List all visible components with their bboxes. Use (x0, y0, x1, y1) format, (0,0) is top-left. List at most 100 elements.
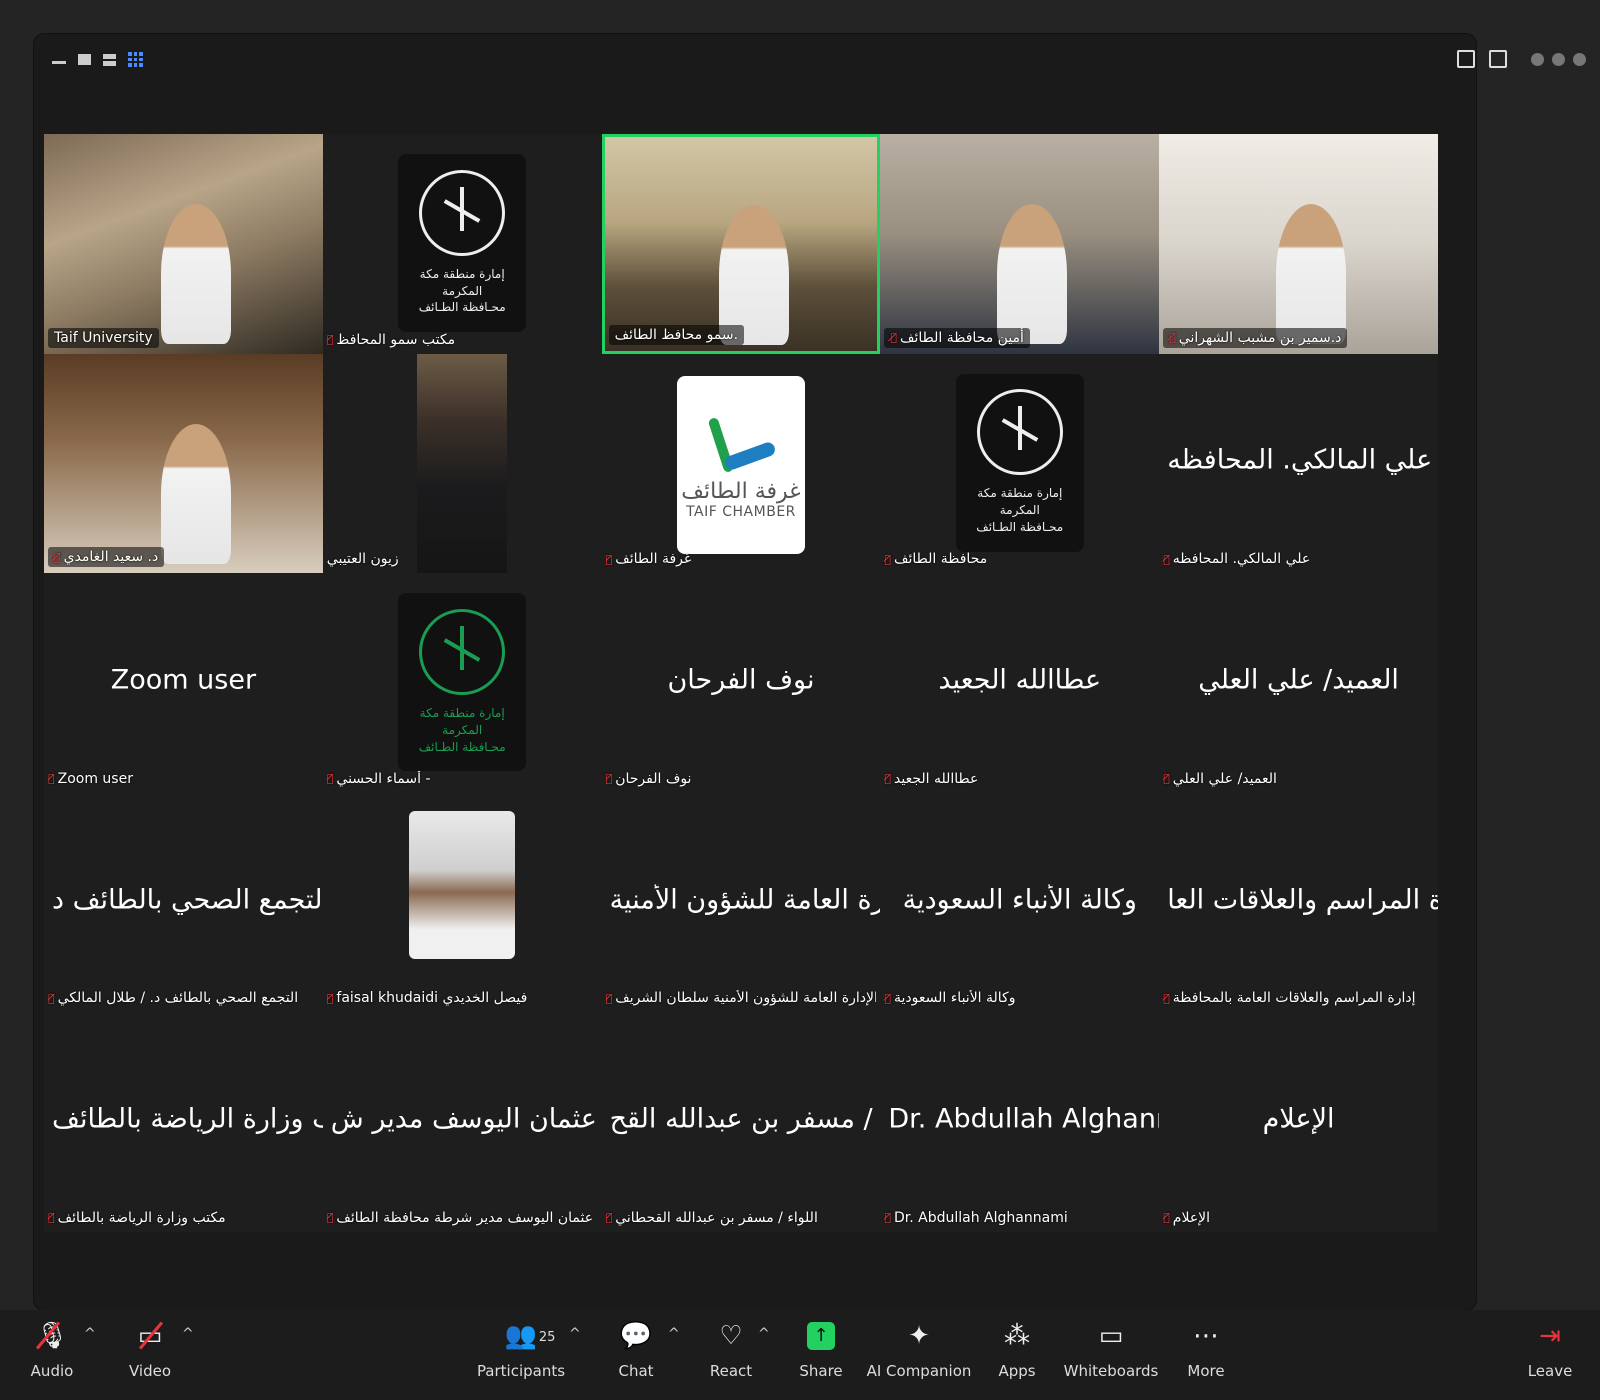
muted-mic-icon: 🎙̸ (605, 772, 613, 786)
participant-tile[interactable]: التجمع الصحي بالطائف د. /... 🎙̸التجمع الص… (44, 792, 323, 1013)
participant-name: اللواء / مسفر بن عبدالله القحطاني (615, 1209, 818, 1226)
window-dots (1531, 52, 1586, 66)
participant-tile[interactable]: 🎙̸ أمين محافظة الطائف (880, 134, 1160, 354)
participant-tile[interactable]: وكالة الأنباء السعودية 🎙̸ وكالة الأنباء ال… (880, 792, 1160, 1013)
single-view-icon[interactable] (78, 54, 91, 65)
more-icon: ⋯ (1193, 1321, 1219, 1351)
participant-name: مكتب وزارة الرياضة بالطائف (57, 1209, 226, 1226)
microphone-icon: 🎙 (35, 1321, 69, 1351)
participant-tile[interactable]: 🎙̸ faisal khudaidi فيصل الخديدي (322, 792, 602, 1013)
participant-tile[interactable]: الإعلام 🎙̸ الإعلام (1159, 1012, 1438, 1232)
participant-name: زيون العتيبي (326, 551, 399, 568)
ai-companion-button[interactable]: ✦ AI Companion (864, 1318, 974, 1380)
participant-tile[interactable]: العميد/ علي العلي 🎙̸ العميد/ علي العلي (1159, 573, 1438, 793)
participant-name-tag: 🎙̸ الإدارة العامة للشؤون الأمنية سلطان ال… (606, 990, 876, 1006)
participant-name-tag: 🎙̸ العميد/ علي العلي (1163, 771, 1277, 787)
participants-icon: 👥 25 (505, 1318, 556, 1354)
display-name-large: إدارة المراسم والعلاقات العا... (1167, 883, 1438, 915)
split-view-icon[interactable] (103, 53, 116, 66)
participants-button[interactable]: 👥 25 Participants (476, 1318, 566, 1380)
chamber-mark-icon (706, 409, 776, 479)
audio-options-caret-icon[interactable]: ^ (84, 1326, 96, 1342)
logo-text-line-2: محـافظة الطـائف (418, 300, 506, 315)
participant-tile[interactable]: Zoom user 🎙̸ Zoom user (44, 573, 323, 793)
display-name-large: العميد/ علي العلي (1198, 664, 1399, 696)
muted-mic-icon: 🎙̸ (884, 1211, 891, 1225)
video-options-caret-icon[interactable]: ^ (182, 1326, 194, 1342)
taif-chamber-logo: غرفة الطائف TAIF CHAMBER (676, 375, 805, 554)
participant-name: Zoom user (57, 770, 133, 787)
participant-tile[interactable]: مكتب وزارة الرياضة بالطائف🎙̸مكتب وزارة ا… (44, 1012, 323, 1232)
leave-icon: ⇥ (1539, 1321, 1561, 1351)
view-controls (52, 52, 143, 67)
view-icon[interactable] (1489, 50, 1507, 68)
share-button[interactable]: ↑ Share (776, 1318, 866, 1380)
chat-icon: 💬 (619, 1321, 653, 1351)
participant-tile[interactable]: نوف الفرحان 🎙̸ نوف الفرحان (601, 573, 881, 793)
video-label: Video (128, 1362, 172, 1380)
participant-name: إدارة المراسم والعلاقات العامة بالمحافظة (1172, 990, 1416, 1007)
more-button[interactable]: ⋯ More (1161, 1318, 1251, 1380)
leave-button[interactable]: ⇥ Leave (1505, 1318, 1595, 1380)
layout-icon[interactable] (1457, 50, 1475, 68)
muted-mic-icon: 🎙̸ (48, 772, 55, 786)
participant-name: وكالة الأنباء السعودية (894, 990, 1016, 1007)
chamber-arabic-text: غرفة الطائف (681, 479, 801, 505)
participant-tile[interactable]: إدارة المراسم والعلاقات العا... 🎙̸إدارة ا… (1159, 792, 1438, 1013)
participant-tile[interactable]: زيون العتيبي (322, 353, 602, 574)
participant-tile[interactable]: 🎙̸ د.سمير بن مشبب الشهراني (1159, 134, 1438, 354)
participant-name: اللواء عثمان اليوسف مدير شرطة محافظة الط… (336, 1209, 596, 1226)
camera-icon: ▭ (138, 1318, 163, 1354)
minimize-view-icon[interactable] (52, 55, 66, 64)
display-name-large: اللواء / مسفر بن عبدالله القح... (609, 1103, 881, 1135)
participant-tile[interactable]: Dr. Abdullah Alghannami🎙̸Dr. Abdullah Al… (880, 1012, 1160, 1232)
participant-name-tag: 🎙̸ أمين محافظة الطائف (884, 327, 1030, 348)
share-arrow-icon: ↑ (807, 1322, 835, 1350)
participants-options-caret-icon[interactable]: ^ (569, 1326, 581, 1342)
saudi-emblem-icon (976, 389, 1063, 476)
muted-mic-icon: 🎙̸ (605, 552, 613, 566)
apps-button[interactable]: ⁂ Apps (972, 1318, 1062, 1380)
participant-tile[interactable]: إمارة منطقة مكة المكرمة محـافظة الطـائف 🎙̸… (322, 573, 602, 793)
participant-name-tag: 🎙̸ د.سمير بن مشبب الشهراني (1163, 327, 1348, 348)
participant-name: د. سعيد الغامدي (63, 549, 159, 566)
participant-portrait (417, 353, 508, 574)
participant-figure (1276, 204, 1347, 345)
participant-tile[interactable]: Taif University (44, 134, 323, 354)
chat-label: Chat (618, 1362, 654, 1380)
participant-name: د.سمير بن مشبب الشهراني (1178, 329, 1342, 346)
participant-name-tag: زيون العتيبي (327, 551, 399, 567)
participant-tile[interactable]: اللواء / مسفر بن عبدالله القح... 🎙̸اللواء… (601, 1012, 881, 1232)
participant-tile[interactable]: الإدارة العامة للشؤون الأمنية... 🎙̸الإدار… (601, 792, 881, 1013)
logo-text-line-1: إمارة منطقة مكة المكرمة (977, 486, 1063, 518)
participant-tile[interactable]: غرفة الطائف TAIF CHAMBER 🎙̸ غرفة الطائف (601, 353, 881, 574)
participant-name: Taif University (54, 329, 153, 346)
more-label: More (1187, 1362, 1225, 1380)
display-name-large: اللواء عثمان اليوسف مدير ش... (330, 1103, 602, 1135)
video-feed (44, 134, 323, 354)
muted-mic-icon: 🎙̸ (1163, 552, 1170, 566)
participant-tile[interactable]: اللواء عثمان اليوسف مدير ش... 🎙̸اللواء عث… (322, 1012, 602, 1232)
participant-name: محافظة الطائف (894, 551, 988, 568)
gallery-view-icon[interactable] (128, 52, 143, 67)
participant-name-tag: 🎙̸اللواء عثمان اليوسف مدير شرطة محافظة ا… (327, 1210, 597, 1226)
participant-tile[interactable]: سمو محافظ الطائف. (601, 134, 881, 354)
participant-tile[interactable]: إمارة منطقة مكة المكرمة محـافظة الطـائف 🎙̸… (322, 134, 602, 354)
participant-name-tag: 🎙̸ إدارة المراسم والعلاقات العامة بالمحاف… (1163, 990, 1415, 1006)
logo-text: إمارة منطقة مكة المكرمة محـافظة الطـائف (398, 705, 526, 755)
participant-name-tag: 🎙̸ عطاالله الجعيد (884, 771, 978, 787)
participant-name-tag: 🎙̸ Dr. Abdullah Alghannami (884, 1210, 1067, 1226)
muted-mic-icon: 🎙̸ (326, 991, 334, 1005)
participant-name-tag: 🎙̸ مكتب وزارة الرياضة بالطائف (48, 1210, 226, 1226)
video-feed (44, 353, 323, 574)
react-options-caret-icon[interactable]: ^ (758, 1326, 770, 1342)
participant-tile[interactable]: 🎙̸ د. سعيد الغامدي (44, 353, 323, 574)
saudi-emblem-icon (419, 608, 506, 695)
participant-tile[interactable]: علي المالكي. المحافظه 🎙̸ علي المالكي. المح… (1159, 353, 1438, 574)
participant-tile[interactable]: إمارة منطقة مكة المكرمة محـافظة الطـائف 🎙̸… (880, 353, 1160, 574)
whiteboards-button[interactable]: ▭ Whiteboards (1056, 1318, 1166, 1380)
display-name-large: Zoom user (110, 664, 257, 696)
chat-options-caret-icon[interactable]: ^ (668, 1326, 680, 1342)
apps-label: Apps (998, 1362, 1036, 1380)
participant-tile[interactable]: عطاالله الجعيد 🎙̸ عطاالله الجعيد (880, 573, 1160, 793)
